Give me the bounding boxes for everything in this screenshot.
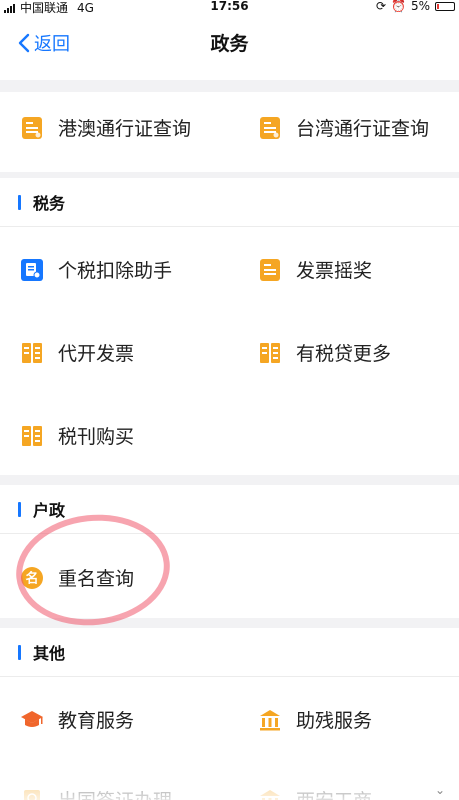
item-label: 代开发票 xyxy=(58,343,135,365)
graduation-cap-icon xyxy=(21,710,43,727)
item-label: 助残服务 xyxy=(296,710,373,732)
chevron-down-icon[interactable]: ⌄ xyxy=(435,783,445,797)
passport-section: 港澳通行证查询 台湾通行证查询 xyxy=(0,92,459,172)
document-icon xyxy=(260,116,280,139)
item-label: 港澳通行证查询 xyxy=(58,118,192,140)
list-item-visa[interactable]: 出国签证办理 xyxy=(20,786,172,800)
tax-icon xyxy=(22,342,42,363)
document-icon xyxy=(22,116,42,139)
section-title: 户政 xyxy=(33,501,66,520)
item-label: 西安工商 xyxy=(296,786,372,800)
name-badge-icon: 名 xyxy=(21,566,43,589)
section-header: 税务 xyxy=(0,178,459,227)
list-item-invoice-issuing[interactable]: 代开发票 xyxy=(20,339,134,366)
list-item-tax-deduction[interactable]: 个税扣除助手 xyxy=(20,256,172,283)
status-bar: 中国联通 4G 17:56 ⟳ ⏰ 5% xyxy=(0,0,459,15)
section-header: 其他 xyxy=(0,628,459,677)
institution-icon xyxy=(260,789,280,800)
list-item-tax-journal[interactable]: 税刊购买 xyxy=(20,422,134,449)
name-badge-text: 名 xyxy=(25,570,38,586)
navigation-bar: 返回 政务 xyxy=(0,14,459,80)
document-icon xyxy=(260,258,280,281)
institution-icon xyxy=(260,709,280,730)
section-marker xyxy=(18,194,21,210)
item-label: 有税贷更多 xyxy=(296,343,392,365)
tax-section: 税务 个税扣除助手 发票摇奖 代开发票 有税贷更多 税刊购买 xyxy=(0,178,459,475)
item-label: 重名查询 xyxy=(58,568,135,590)
tax-icon xyxy=(22,425,42,446)
tax-icon xyxy=(260,342,280,363)
list-item-education[interactable]: 教育服务 xyxy=(20,706,134,733)
battery-percent: 5% xyxy=(410,0,430,13)
list-item-hk-macau-permit[interactable]: 港澳通行证查询 xyxy=(20,114,191,141)
list-item-xian-business[interactable]: 西安工商 xyxy=(258,786,372,800)
rotation-lock-icon: ⟳ xyxy=(375,0,386,13)
item-label: 税刊购买 xyxy=(58,426,135,448)
alarm-icon: ⏰ xyxy=(391,0,406,13)
household-section: 户政 名 重名查询 xyxy=(0,485,459,618)
other-section: 其他 教育服务 助残服务 出国签证办理 西安工商 xyxy=(0,628,459,800)
list-item-duplicate-name-query[interactable]: 名 重名查询 xyxy=(20,564,134,591)
item-label: 出国签证办理 xyxy=(58,786,172,800)
blue-document-icon xyxy=(21,258,43,281)
item-label: 台湾通行证查询 xyxy=(296,118,430,140)
list-item-invoice-lottery[interactable]: 发票摇奖 xyxy=(258,256,372,283)
section-marker xyxy=(18,644,21,660)
page-title: 政务 xyxy=(210,33,249,55)
section-header: 户政 xyxy=(0,485,459,534)
item-label: 个税扣除助手 xyxy=(58,260,173,282)
list-item-taiwan-permit[interactable]: 台湾通行证查询 xyxy=(258,114,429,141)
section-marker xyxy=(18,501,21,517)
list-item-tax-loan[interactable]: 有税贷更多 xyxy=(258,339,391,366)
section-title: 税务 xyxy=(33,194,66,213)
section-title: 其他 xyxy=(33,644,66,663)
item-label: 发票摇奖 xyxy=(296,260,373,282)
item-label: 教育服务 xyxy=(58,710,135,732)
passport-icon xyxy=(24,789,40,800)
battery-icon xyxy=(435,1,455,11)
list-item-disability-services[interactable]: 助残服务 xyxy=(258,706,372,733)
